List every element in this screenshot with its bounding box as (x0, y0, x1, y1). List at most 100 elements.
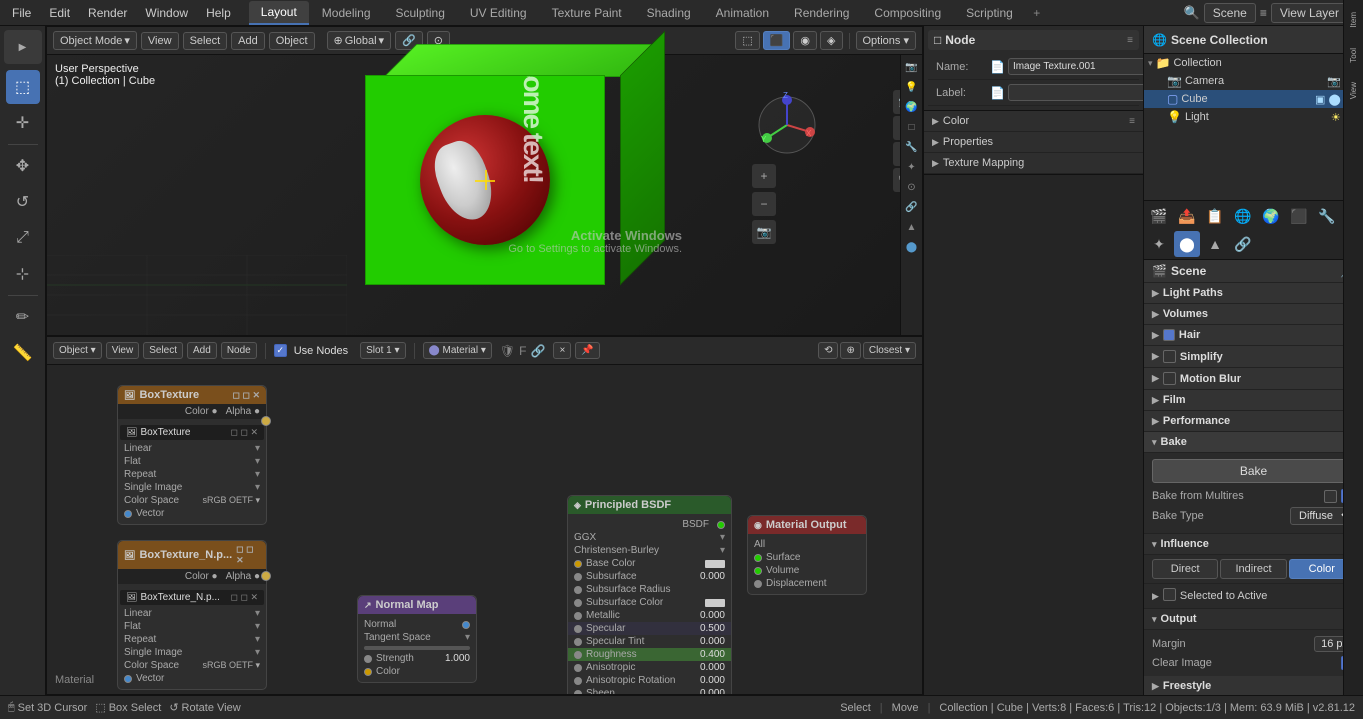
bake-section[interactable]: ▾ Bake (1144, 432, 1363, 453)
prop-tab-object[interactable]: ⬛ (1286, 203, 1312, 229)
menu-help[interactable]: Help (198, 4, 239, 22)
prop-tab-scene[interactable]: 🌐 (1230, 203, 1256, 229)
tab-sculpting[interactable]: Sculpting (384, 2, 457, 24)
vp-modifier-icon[interactable]: 🔧 (904, 139, 920, 155)
viewport-add-menu[interactable]: Add (231, 32, 265, 50)
node-material-output[interactable]: ◉ Material Output All Surface (747, 515, 867, 595)
ne-pin-btn[interactable]: 📌 (575, 342, 599, 359)
node-section-options-icon[interactable]: ≡ (1127, 35, 1133, 46)
influence-indirect-btn[interactable]: Indirect (1220, 559, 1286, 579)
prop-tab-view-layer[interactable]: 📋 (1202, 203, 1228, 229)
menu-render[interactable]: Render (80, 4, 135, 22)
tree-item-cube[interactable]: ▢ Cube ▣ ⬤ 👁 (1144, 90, 1363, 108)
node-canvas[interactable]: 🖼 BoxTexture ◻ ◻ ✕ Color ● Alpha ● 🖼 Box… (47, 365, 922, 694)
tool-annotate[interactable]: ✏ (6, 300, 40, 334)
viewport-select-menu[interactable]: Select (183, 32, 228, 50)
item-tab[interactable]: Item (1349, 4, 1358, 36)
simplify-section[interactable]: ▶ Simplify (1144, 346, 1363, 368)
prop-tab-particles[interactable]: ✦ (1146, 231, 1172, 257)
prop-tab-material[interactable]: ⬤ (1174, 231, 1200, 257)
tab-uv-editing[interactable]: UV Editing (458, 2, 539, 24)
vp-particles-icon[interactable]: ✦ (904, 159, 920, 175)
tool-tab[interactable]: Tool (1349, 40, 1358, 71)
tree-item-collection[interactable]: ▾ 📁 Collection 👁 (1144, 54, 1363, 72)
prop-tab-render[interactable]: 🎬 (1146, 203, 1172, 229)
ne-close-btn[interactable]: × (553, 342, 571, 359)
tab-texture-paint[interactable]: Texture Paint (540, 2, 634, 24)
ne-zoom-in[interactable]: ⊕ (840, 342, 860, 359)
tool-move[interactable]: ✥ (6, 149, 40, 183)
tool-cursor[interactable]: ✛ (6, 106, 40, 140)
camera-view-icon[interactable]: 📷 (752, 220, 776, 244)
ne-view-fit[interactable]: ⟲ (818, 342, 838, 359)
ne-view-menu[interactable]: View (106, 342, 140, 359)
ne-select-menu[interactable]: Select (143, 342, 183, 359)
view-tab[interactable]: View (1349, 74, 1358, 107)
ne-closest[interactable]: Closest ▾ (863, 342, 916, 359)
volumes-section[interactable]: ▶ Volumes (1144, 304, 1363, 325)
tab-rendering[interactable]: Rendering (782, 2, 861, 24)
light-paths-section[interactable]: ▶ Light Paths ≡ (1144, 283, 1363, 304)
node-name-input[interactable] (1008, 58, 1150, 75)
mode-select[interactable]: ▶ (4, 30, 42, 64)
ne-node-menu[interactable]: Node (221, 342, 257, 359)
view-layer-name[interactable]: View Layer (1271, 3, 1348, 23)
prop-tab-world[interactable]: 🌍 (1258, 203, 1284, 229)
prop-tab-constraints[interactable]: 🔗 (1230, 231, 1256, 257)
node-principled-bsdf[interactable]: ◈ Principled BSDF BSDF GGX▾ Christensen-… (567, 495, 732, 695)
color-section-header[interactable]: ▶ Color ≡ (924, 111, 1143, 131)
viewport-view-menu[interactable]: View (141, 32, 179, 50)
tab-scripting[interactable]: Scripting (954, 2, 1025, 24)
vp-constraints-icon[interactable]: 🔗 (904, 199, 920, 215)
use-nodes-checkbox[interactable]: ✓ (274, 344, 287, 357)
viewport-shading-material[interactable]: ◉ (793, 31, 817, 50)
node-label-input[interactable] (1008, 84, 1150, 101)
tool-transform[interactable]: ⊹ (6, 257, 40, 291)
film-section[interactable]: ▶ Film (1144, 390, 1363, 411)
3d-scene[interactable]: User Perspective (1) Collection | Cube (47, 55, 922, 335)
tab-animation[interactable]: Animation (704, 2, 781, 24)
tool-scale[interactable]: ⤢ (6, 221, 40, 255)
prop-tab-modifier[interactable]: 🔧 (1314, 203, 1340, 229)
vp-data-icon[interactable]: ▲ (904, 219, 920, 235)
vp-cam-icon[interactable]: 📷 (904, 59, 920, 75)
texture-mapping-header[interactable]: ▶ Texture Mapping (924, 153, 1143, 173)
tab-modeling[interactable]: Modeling (310, 2, 383, 24)
options-button[interactable]: Options ▾ (856, 31, 917, 50)
node-editor[interactable]: Object ▾ View Select Add Node ✓ Use Node… (46, 336, 923, 695)
influence-direct-btn[interactable]: Direct (1152, 559, 1218, 579)
vp-world-icon[interactable]: 🌍 (904, 99, 920, 115)
vp-physics-icon[interactable]: ⊙ (904, 179, 920, 195)
freestyle-section[interactable]: ▶ Freestyle (1144, 676, 1363, 695)
tab-layout[interactable]: Layout (249, 1, 309, 25)
bake-button[interactable]: Bake (1152, 459, 1355, 483)
nm-strength-slider[interactable] (364, 646, 470, 650)
hair-checkbox[interactable] (1163, 329, 1175, 341)
vp-lamp-icon[interactable]: 💡 (904, 79, 920, 95)
prop-tab-data[interactable]: ▲ (1202, 231, 1228, 257)
tool-measure[interactable]: 📏 (6, 336, 40, 370)
motion-blur-section[interactable]: ▶ Motion Blur (1144, 368, 1363, 390)
color-output-socket-2[interactable] (261, 571, 271, 581)
hair-section[interactable]: ▶ Hair (1144, 325, 1363, 346)
ne-material-select[interactable]: ⬤ Material ▾ (423, 342, 492, 359)
viewport-mode-select[interactable]: Object Mode ▾ (53, 31, 137, 50)
add-workspace-button[interactable]: + (1026, 2, 1048, 24)
bake-from-multires-checkbox[interactable] (1324, 490, 1337, 503)
tab-shading[interactable]: Shading (635, 2, 703, 24)
simplify-checkbox[interactable] (1163, 350, 1176, 363)
viewport-shading-rendered[interactable]: ◈ (820, 31, 842, 50)
vp-material-icon[interactable]: ⬤ (904, 239, 920, 255)
menu-edit[interactable]: Edit (41, 4, 78, 22)
color-section-menu[interactable]: ≡ (1129, 116, 1135, 127)
motion-blur-checkbox[interactable] (1163, 372, 1176, 385)
node-box-texture-2[interactable]: 🖼 BoxTexture_N.p... ◻ ◻ ✕ Color ● Alpha … (117, 540, 267, 690)
performance-section[interactable]: ▶ Performance (1144, 411, 1363, 432)
prop-tab-output[interactable]: 📤 (1174, 203, 1200, 229)
vp-object-icon[interactable]: □ (904, 119, 920, 135)
node-box-texture-1[interactable]: 🖼 BoxTexture ◻ ◻ ✕ Color ● Alpha ● 🖼 Box… (117, 385, 267, 525)
tool-select-box[interactable]: ⬚ (6, 70, 40, 104)
selected-to-active-checkbox[interactable] (1163, 588, 1176, 604)
orientation-gizmo[interactable]: X Y Z (752, 90, 822, 160)
viewport-shading-wire[interactable]: ⬚ (735, 31, 759, 50)
